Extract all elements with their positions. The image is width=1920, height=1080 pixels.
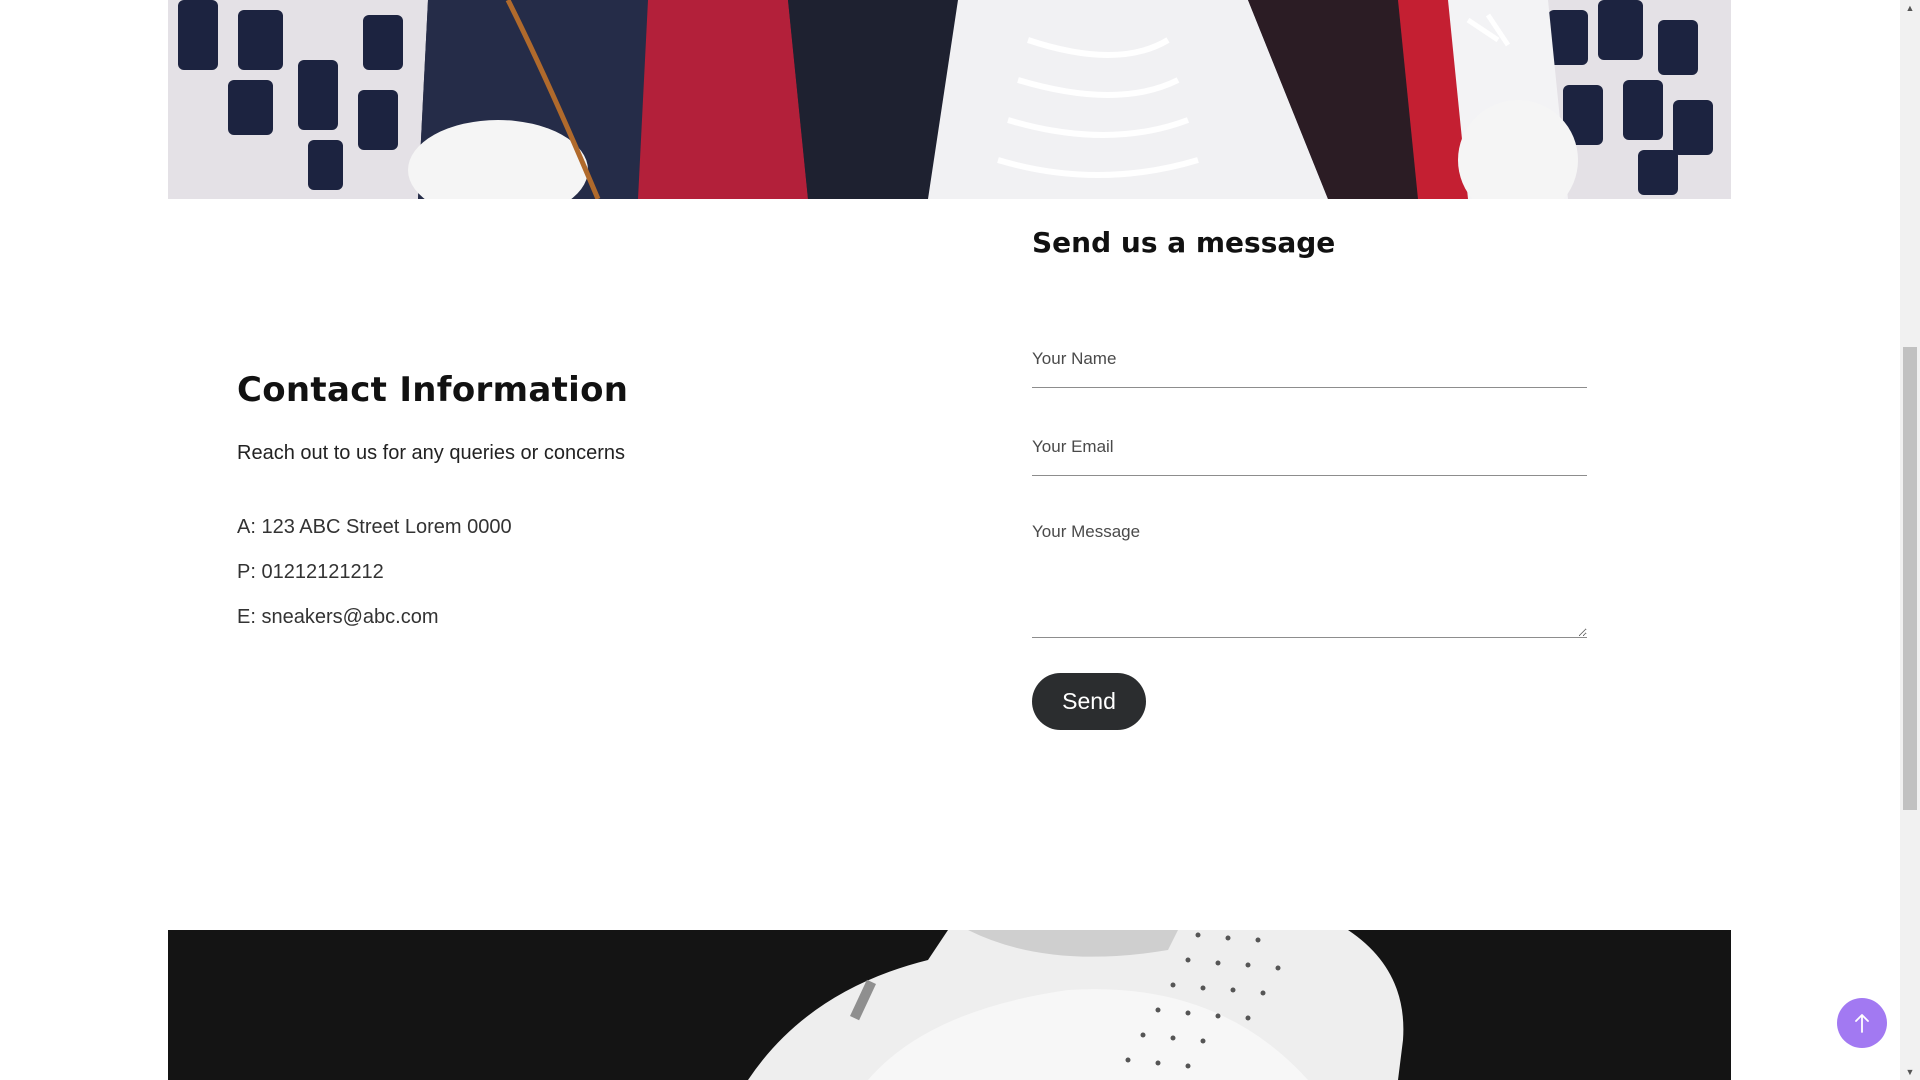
contact-phone: P: 01212121212 (237, 561, 384, 583)
form-title: Send us a message (1032, 226, 1336, 259)
vertical-scrollbar[interactable]: ▲ ▼ (1900, 0, 1920, 1080)
message-form: Send us a message Send (1032, 226, 1588, 730)
contact-title: Contact Information (237, 370, 629, 410)
contact-details: A: 123 ABC Street Lorem 0000 P: 01212121… (237, 505, 937, 640)
scroll-down-arrow-icon[interactable]: ▼ (1900, 1064, 1920, 1080)
sneakers-photo (168, 0, 1731, 199)
hero-image-sneakers (168, 0, 1731, 199)
hero-image-white-sneaker (168, 930, 1731, 1080)
contact-email: E: sneakers@abc.com (237, 606, 439, 628)
message-textarea[interactable] (1032, 522, 1587, 638)
back-to-top-button[interactable] (1837, 998, 1887, 1048)
contact-subtitle: Reach out to us for any queries or conce… (237, 442, 625, 464)
email-input[interactable] (1032, 432, 1587, 476)
name-input[interactable] (1032, 344, 1587, 388)
white-sneaker-photo (168, 930, 1731, 1080)
send-button[interactable]: Send (1032, 673, 1146, 730)
arrow-up-icon (1855, 1014, 1869, 1033)
contact-information-section: Contact Information Reach out to us for … (237, 370, 937, 640)
contact-address: A: 123 ABC Street Lorem 0000 (237, 516, 512, 538)
scrollbar-thumb[interactable] (1903, 347, 1917, 810)
scroll-up-arrow-icon[interactable]: ▲ (1900, 0, 1920, 16)
